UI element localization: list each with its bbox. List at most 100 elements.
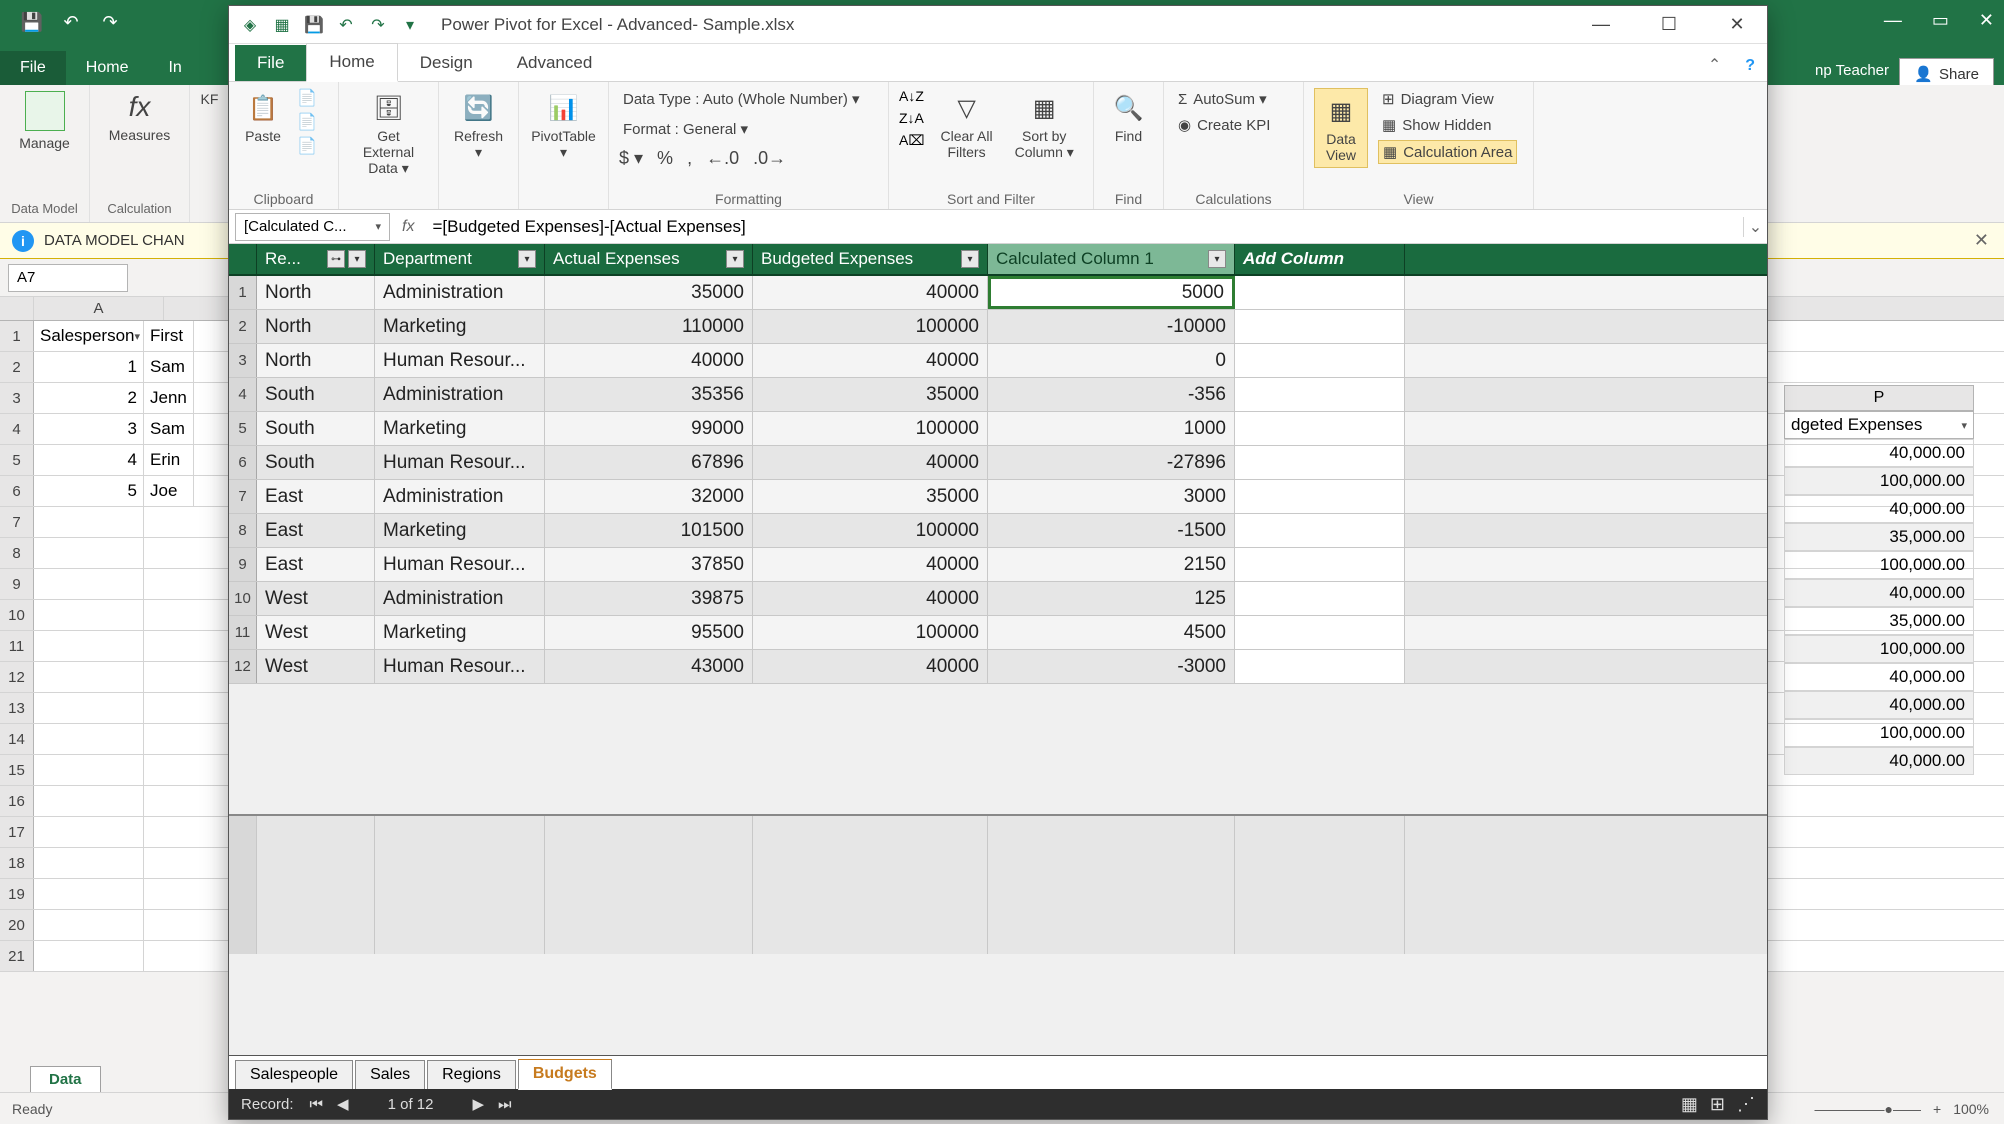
cell[interactable]: Joe — [144, 476, 194, 506]
p-cell[interactable]: 100,000.00 — [1784, 467, 1974, 495]
undo-icon[interactable]: ↶ — [59, 11, 83, 35]
cell-department[interactable]: Human Resour... — [375, 548, 545, 581]
row-header[interactable]: 14 — [0, 724, 34, 754]
format-dropdown[interactable]: Format : General ▾ — [619, 118, 878, 140]
cell-actual[interactable]: 110000 — [545, 310, 753, 343]
zoom-control[interactable]: —————●—— + 100% — [1815, 1101, 1989, 1117]
cell[interactable] — [34, 879, 144, 909]
cell-budgeted[interactable]: 35000 — [753, 480, 988, 513]
row-header[interactable]: 12 — [229, 650, 257, 683]
diagram-icon[interactable]: ⊞ — [1710, 1094, 1725, 1115]
refresh-button[interactable]: 🔄 Refresh ▾ — [449, 88, 508, 163]
cell-region[interactable]: North — [257, 276, 375, 309]
cell-add[interactable] — [1235, 480, 1405, 513]
cell-budgeted[interactable]: 100000 — [753, 514, 988, 547]
filter-icon[interactable]: ▾ — [348, 250, 366, 268]
cell-calculated[interactable]: -1500 — [988, 514, 1235, 547]
col-header-a[interactable]: A — [34, 297, 164, 320]
row-header[interactable]: 11 — [229, 616, 257, 649]
cell-region[interactable]: North — [257, 310, 375, 343]
cell-first-header[interactable]: First — [144, 321, 194, 351]
p-cell[interactable]: 40,000.00 — [1784, 579, 1974, 607]
col-budgeted[interactable]: Budgeted Expenses ▾ — [753, 244, 988, 274]
cell-add[interactable] — [1235, 548, 1405, 581]
cell-department[interactable]: Human Resour... — [375, 650, 545, 683]
cell-department[interactable]: Marketing — [375, 310, 545, 343]
cell-actual[interactable]: 101500 — [545, 514, 753, 547]
kf-button[interactable]: KF — [201, 91, 219, 107]
filter-icon[interactable]: ▾ — [1208, 250, 1226, 268]
col-add[interactable]: Add Column — [1235, 244, 1405, 274]
redo-icon[interactable]: ↷ — [98, 11, 122, 35]
cell[interactable]: Sam — [144, 414, 194, 444]
filter-icon[interactable]: ▾ — [518, 250, 536, 268]
row-header[interactable]: 6 — [0, 476, 34, 506]
table-row[interactable]: 6 South Human Resour... 67896 40000 -278… — [229, 446, 1767, 480]
cell-department[interactable]: Marketing — [375, 514, 545, 547]
measures-button[interactable]: fx Measures — [109, 91, 170, 143]
sheet-regions[interactable]: Regions — [427, 1060, 516, 1089]
row-header[interactable]: 3 — [0, 383, 34, 413]
cell[interactable] — [34, 631, 144, 661]
manage-button[interactable]: Manage — [19, 91, 70, 151]
cell-department[interactable]: Administration — [375, 480, 545, 513]
cell-add[interactable] — [1235, 446, 1405, 479]
cell-budgeted[interactable]: 40000 — [753, 548, 988, 581]
relationship-icon[interactable]: ⊶ — [327, 250, 345, 268]
row-header[interactable]: 2 — [0, 352, 34, 382]
collapse-ribbon-icon[interactable]: ⌃ — [1696, 49, 1733, 81]
table-row[interactable]: 3 North Human Resour... 40000 40000 0 — [229, 344, 1767, 378]
row-header[interactable]: 3 — [229, 344, 257, 377]
comma-icon[interactable]: , — [687, 148, 692, 169]
save-icon[interactable]: 💾 — [303, 14, 325, 36]
paste-append-icon[interactable]: 📄 — [297, 88, 317, 108]
cell-department[interactable]: Human Resour... — [375, 446, 545, 479]
cell-calculated[interactable]: 5000 — [988, 276, 1235, 309]
cell-region[interactable]: West — [257, 650, 375, 683]
cell-add[interactable] — [1235, 650, 1405, 683]
show-hidden-button[interactable]: ▦ Show Hidden — [1378, 114, 1517, 136]
cell[interactable] — [34, 786, 144, 816]
cell-budgeted[interactable]: 35000 — [753, 378, 988, 411]
sheet-budgets[interactable]: Budgets — [518, 1059, 612, 1090]
cell-actual[interactable]: 35000 — [545, 276, 753, 309]
cell-budgeted[interactable]: 40000 — [753, 276, 988, 309]
cell-calculated[interactable]: -3000 — [988, 650, 1235, 683]
p-cell[interactable]: 40,000.00 — [1784, 747, 1974, 775]
cell-calculated[interactable]: 125 — [988, 582, 1235, 615]
table-row[interactable]: 9 East Human Resour... 37850 40000 2150 — [229, 548, 1767, 582]
p-cell[interactable]: 40,000.00 — [1784, 439, 1974, 467]
find-button[interactable]: 🔍 Find — [1104, 88, 1153, 146]
chevron-down-icon[interactable]: ▾ — [375, 220, 381, 233]
prev-record-icon[interactable]: ◀ — [337, 1095, 349, 1113]
maximize-button[interactable]: ☐ — [1649, 14, 1689, 35]
tab-home[interactable]: Home — [66, 51, 149, 85]
cell-department[interactable]: Human Resour... — [375, 344, 545, 377]
maximize-icon[interactable]: ▭ — [1932, 10, 1949, 31]
formula-input[interactable] — [426, 215, 1743, 239]
table-row[interactable]: 12 West Human Resour... 43000 40000 -300… — [229, 650, 1767, 684]
cell-calculated[interactable]: 1000 — [988, 412, 1235, 445]
cell-salesperson-header[interactable]: Salesperson ▾ — [34, 321, 144, 351]
cell-add[interactable] — [1235, 582, 1405, 615]
pp-name-box[interactable]: [Calculated C... ▾ — [235, 213, 390, 241]
filter-icon[interactable]: ▾ — [961, 250, 979, 268]
sheet-sales[interactable]: Sales — [355, 1060, 425, 1089]
measure-area[interactable] — [229, 814, 1767, 954]
cell-calculated[interactable]: 4500 — [988, 616, 1235, 649]
qat-dropdown-icon[interactable]: ▾ — [399, 14, 421, 36]
cell-budgeted[interactable]: 40000 — [753, 650, 988, 683]
cell-actual[interactable]: 67896 — [545, 446, 753, 479]
cell[interactable]: 1 — [34, 352, 144, 382]
pp-tab-advanced[interactable]: Advanced — [495, 45, 615, 81]
row-header[interactable]: 8 — [229, 514, 257, 547]
cell[interactable]: 4 — [34, 445, 144, 475]
table-row[interactable]: 7 East Administration 32000 35000 3000 — [229, 480, 1767, 514]
cell-calculated[interactable]: 2150 — [988, 548, 1235, 581]
cell[interactable]: Sam — [144, 352, 194, 382]
budgeted-header[interactable]: dgeted Expenses ▾ — [1784, 411, 1974, 439]
cell-actual[interactable]: 32000 — [545, 480, 753, 513]
row-header[interactable]: 7 — [0, 507, 34, 537]
table-row[interactable]: 5 South Marketing 99000 100000 1000 — [229, 412, 1767, 446]
cell-region[interactable]: East — [257, 514, 375, 547]
